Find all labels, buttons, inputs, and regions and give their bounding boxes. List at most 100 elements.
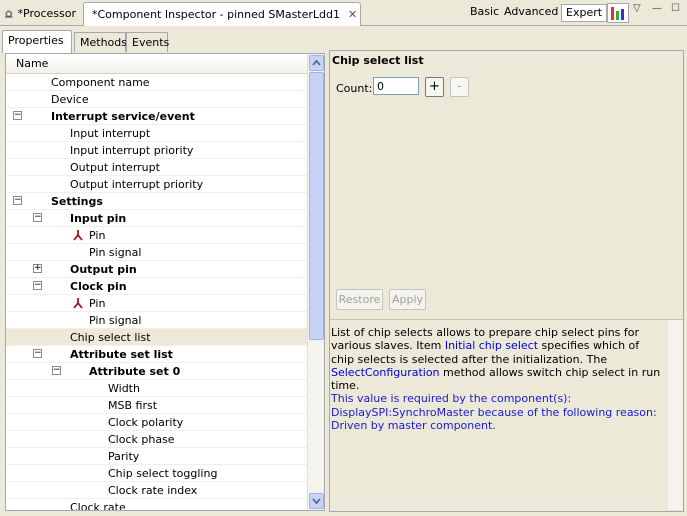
tree-row[interactable]: Output interrupt [6,159,308,176]
tree-row-label: Output interrupt priority [70,178,204,191]
pin-icon [73,230,83,241]
tab-processor[interactable]: *Processor [0,2,82,25]
tree-row-label: Chip select list [70,331,151,344]
restore-button[interactable]: Restore [336,289,383,310]
tree-row-label: Output interrupt [70,161,160,174]
collapse-icon[interactable]: − [33,281,42,290]
tree-row-label: MSB first [108,399,158,412]
tree-row-label: Clock polarity [108,416,184,429]
tree-row[interactable]: Clock phase [6,431,308,448]
tree-row[interactable]: − Input pin [6,210,308,227]
tab-component-inspector[interactable]: *Component Inspector - pinned SMasterLdd… [83,2,361,26]
tree-scrollbar[interactable] [307,54,324,510]
tree-row-label: Pin signal [89,246,142,259]
collapse-icon[interactable]: − [13,111,22,120]
tree-row-label: Component name [51,76,150,89]
collapse-icon[interactable]: − [13,196,22,205]
tree-row[interactable]: − Clock pin [6,278,308,295]
tree-row-label: Pin signal [89,314,142,327]
tree-rows: Component name Device − Interrupt service… [6,74,308,511]
pin-icon [73,298,83,309]
initial-chip-select-link[interactable]: Initial chip select [445,339,538,352]
tree-row[interactable]: Clock rate index [6,482,308,499]
tree-row-label: Attribute set list [70,348,173,361]
property-tree: Name Component name Device − Interrupt se… [5,53,325,511]
select-configuration-link[interactable]: SelectConfiguration [331,366,440,379]
editor-tab-bar: *Processor *Component Inspector - pinned… [0,0,687,26]
tree-row[interactable]: − Settings [6,193,308,210]
tree-row-label: Interrupt service/event [51,110,195,123]
tree-row-label: Width [108,382,140,395]
tree-row-label: Clock pin [70,280,127,293]
tree-row[interactable]: Pin [6,295,308,312]
help-text-panel: List of chip selects allows to prepare c… [330,319,683,511]
tree-row-label: Output pin [70,263,137,276]
detail-title: Chip select list [332,54,424,67]
chevron-up-icon [312,59,321,66]
tree-row[interactable]: Pin [6,227,308,244]
tree-row-label: Device [51,93,89,106]
tree-row[interactable]: Parity [6,448,308,465]
scroll-up-button[interactable] [309,55,324,71]
tree-row-label: Parity [108,450,140,463]
expert-mode-button[interactable]: Expert [561,4,608,22]
bar-chart-icon [611,7,624,20]
tree-row[interactable]: Input interrupt [6,125,308,142]
tree-row-selected[interactable]: Chip select list [6,329,308,346]
tree-row-label: Pin [89,229,106,242]
tree-row[interactable]: MSB first [6,397,308,414]
tree-row[interactable]: Pin signal [6,244,308,261]
advanced-mode-button[interactable]: Advanced [500,4,562,22]
view-menu-icon[interactable]: ▽ [633,3,641,14]
tree-row-label: Input pin [70,212,127,225]
tree-row-label: Settings [51,195,103,208]
tree-row[interactable]: Component name [6,74,308,91]
scroll-down-button[interactable] [309,493,324,509]
tree-row[interactable]: − Attribute set 0 [6,363,308,380]
tree-row[interactable]: Chip select toggling [6,465,308,482]
tree-row[interactable]: − Attribute set list [6,346,308,363]
tab-processor-label: *Processor [17,7,76,20]
tree-row[interactable]: − Interrupt service/event [6,108,308,125]
tab-component-inspector-label: *Component Inspector - pinned SMasterLdd… [92,8,340,21]
tab-methods[interactable]: Methods [74,32,127,52]
remove-item-button[interactable]: - [450,77,469,97]
gear-icon [5,9,13,18]
help-scrollbar[interactable] [668,320,683,510]
tree-row-label: Pin [89,297,106,310]
tree-row[interactable]: Input interrupt priority [6,142,308,159]
count-input[interactable] [373,77,419,95]
tree-row[interactable]: Device [6,91,308,108]
tree-row-label: Attribute set 0 [89,365,181,378]
tree-row[interactable]: Clock rate [6,499,308,511]
chart-button[interactable] [607,3,629,23]
tab-events[interactable]: Events [126,32,169,52]
tree-row-label: Clock rate [70,501,126,511]
tree-row[interactable]: Output interrupt priority [6,176,308,193]
tree-row-label: Input interrupt priority [70,144,194,157]
chevron-down-icon [312,498,321,505]
name-column-header[interactable]: Name [6,54,324,74]
collapse-icon[interactable]: − [33,213,42,222]
tree-row-label: Clock phase [108,433,175,446]
tree-row-label: Input interrupt [70,127,151,140]
apply-button[interactable]: Apply [389,289,426,310]
tree-row[interactable]: + Output pin [6,261,308,278]
tree-row[interactable]: Clock polarity [6,414,308,431]
inspector-tabs: Properties Methods Events [2,30,322,53]
expand-icon[interactable]: + [33,264,42,273]
tab-properties[interactable]: Properties [2,30,72,53]
minimize-icon[interactable]: — [652,3,662,14]
tree-row-label: Chip select toggling [108,467,218,480]
maximize-icon[interactable]: ☐ [671,3,680,14]
close-icon[interactable]: ✕ [348,8,357,21]
help-note: This value is required by the component(… [331,392,657,433]
tree-row[interactable]: Width [6,380,308,397]
collapse-icon[interactable]: − [52,366,61,375]
scroll-thumb[interactable] [309,72,324,340]
detail-panel: Chip select list Count: + - Restore Appl… [329,50,684,512]
collapse-icon[interactable]: − [33,349,42,358]
add-item-button[interactable]: + [425,77,444,97]
basic-mode-button[interactable]: Basic [466,4,503,22]
tree-row[interactable]: Pin signal [6,312,308,329]
